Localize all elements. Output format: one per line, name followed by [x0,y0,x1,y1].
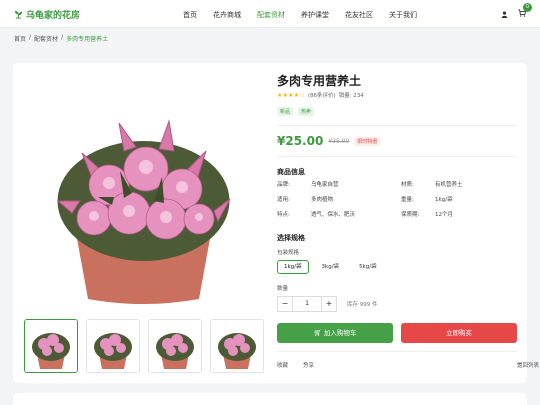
info-heading: 商品信息 [277,168,305,176]
thumbnail-2[interactable] [86,319,140,373]
quantity-minus-button[interactable]: − [277,296,293,312]
info-key: 材质: [401,182,414,188]
logo-text: 乌龟家的花房 [26,11,81,21]
thumbnail-strip [24,319,264,373]
review-count[interactable]: (86条评价) [308,91,336,99]
back-label: 返回列表 [517,363,540,369]
tag-hot: 热卖 [298,107,315,116]
nav-care-class[interactable]: 养护课堂 [301,10,329,20]
info-row: 特点: 透气、保水、肥沃 保质期: 12个月 [277,210,517,220]
info-key: 重量: [401,197,414,203]
product-tags: 新品 热卖 [277,107,315,116]
thumbnail-4[interactable] [210,319,264,373]
info-key: 适用: [277,197,290,203]
nav-flower-shop[interactable]: 花卉商城 [213,10,241,20]
sales-count: 销量: 234 [338,93,364,99]
user-icon[interactable] [501,10,508,18]
spec-options: 1kg/袋 3kg/袋 5kg/袋 [277,260,384,274]
tag-new: 新品 [277,107,294,116]
nav-home[interactable]: 首页 [183,10,197,20]
breadcrumb-separator: / [29,34,32,41]
nav-community[interactable]: 花友社区 [345,10,373,20]
purchase-buttons: 🛒︎ 加入购物车 立即购买 [277,323,517,343]
breadcrumb-home[interactable]: 首页 [14,34,26,43]
quantity-input[interactable]: 1 [293,296,321,312]
spec-heading: 选择规格 [277,234,305,242]
succulent-photo [24,73,263,313]
share-label: 分享 [303,363,315,369]
info-key: 保质期: [401,212,420,218]
quantity-label: 数量 [277,286,289,292]
nav-supplies[interactable]: 配套资材 [257,10,285,20]
favorite-label: 收藏 [277,363,289,369]
main-nav: 首页 花卉商城 配套资材 养护课堂 花友社区 关于我们 [183,10,433,20]
breadcrumb: 首页 / 配套资材 / 多肉专用营养土 [14,34,108,43]
info-key: 品牌: [277,182,290,188]
info-value: 有机营养土 [435,182,463,188]
divider [277,125,517,126]
info-value: 乌龟家自营 [311,182,339,188]
breadcrumb-current: 多肉专用营养土 [66,36,109,43]
info-row: 适用: 多肉植物 重量: 1kg/袋 [277,195,517,205]
star-rating: ★★★★☆ [277,91,305,99]
divider [277,156,517,157]
thumbnail-1[interactable] [24,319,78,373]
cart-count-badge: 0 [523,3,532,12]
quantity-plus-button[interactable]: + [321,296,337,312]
info-value: 1kg/袋 [435,197,453,203]
cart-button[interactable]: 0 [518,3,532,19]
info-value: 12个月 [435,212,453,218]
current-price: ¥25.00 [277,134,324,148]
cart-icon: 🛒︎ [313,329,324,337]
spec-option-3kg[interactable]: 3kg/袋 [315,260,347,274]
rating-row: ★★★★☆ (86条评价) 销量: 234 [277,91,364,100]
promo-badge: 限时特惠 [354,136,381,146]
spec-option-5kg[interactable]: 5kg/袋 [352,260,384,274]
info-key: 特点: [277,212,290,218]
info-value: 透气、保水、肥沃 [311,212,356,218]
nav-about[interactable]: 关于我们 [389,10,417,20]
original-price: ¥35.00 [328,137,350,145]
info-value: 多肉植物 [311,197,334,203]
thumbnail-3[interactable] [148,319,202,373]
product-card: 多肉专用营养土 ★★★★☆ (86条评价) 销量: 234 新品 热卖 ¥25.… [13,63,539,383]
price-row: ¥25.00 ¥35.00 限时特惠 [277,134,381,148]
breadcrumb-separator: / [61,34,64,41]
product-title: 多肉专用营养土 [277,74,362,88]
divider [277,351,517,352]
product-main-image[interactable] [24,73,263,313]
next-section-card [13,393,527,405]
breadcrumb-supplies[interactable]: 配套资材 [34,34,58,43]
spec-label: 包装规格 [277,250,300,256]
header-icons: 0 [501,3,532,19]
add-to-cart-button[interactable]: 🛒︎ 加入购物车 [277,323,393,343]
logo[interactable]: 乌龟家的花房 [14,8,80,21]
stock-text: 库存 999 件 [347,302,378,308]
top-header: 乌龟家的花房 首页 花卉商城 配套资材 养护课堂 花友社区 关于我们 0 [0,0,540,28]
spec-option-1kg[interactable]: 1kg/袋 [277,260,309,274]
buy-now-button[interactable]: 立即购买 [401,323,517,343]
quantity-stepper: − 1 + 库存 999 件 [277,296,378,312]
info-row: 品牌: 乌龟家自营 材质: 有机营养土 [277,180,517,190]
plant-logo-icon [14,10,23,19]
add-to-cart-label: 加入购物车 [323,329,357,337]
